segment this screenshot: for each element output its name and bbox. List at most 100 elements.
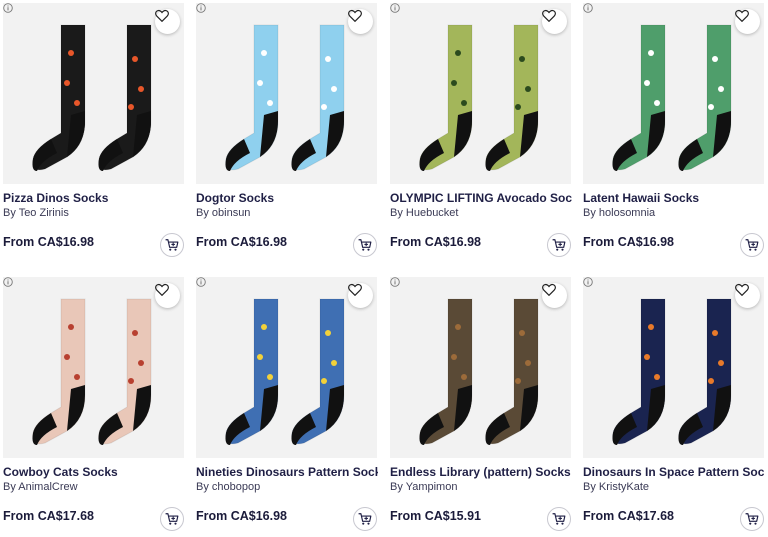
add-to-cart-button[interactable] — [740, 507, 764, 531]
product-card[interactable]: Latent Hawaii Socks By holosomnia From C… — [580, 0, 766, 270]
sock-right — [291, 24, 345, 171]
product-image[interactable] — [3, 3, 184, 184]
info-icon[interactable] — [196, 277, 206, 287]
socks-illustration — [612, 24, 732, 171]
product-artist[interactable]: By Teo Zirinis — [3, 207, 69, 219]
product-image[interactable] — [3, 277, 184, 458]
favorite-button[interactable] — [348, 9, 373, 34]
heart-icon — [348, 283, 362, 296]
product-card[interactable]: Nineties Dinosaurs Pattern Socks By chob… — [193, 274, 379, 537]
product-grid: Pizza Dinos Socks By Teo Zirinis From CA… — [0, 0, 768, 537]
favorite-button[interactable] — [348, 283, 373, 308]
product-artist[interactable]: By Yampimon — [390, 481, 457, 493]
heart-icon — [735, 9, 749, 22]
info-icon[interactable] — [583, 277, 593, 287]
product-artist[interactable]: By Huebucket — [390, 207, 458, 219]
sock-right — [678, 298, 732, 445]
info-icon[interactable] — [390, 277, 400, 287]
socks-illustration — [225, 24, 345, 171]
product-card[interactable]: OLYMPIC LIFTING Avocado Socks By Huebuck… — [387, 0, 573, 270]
product-price: From CA$16.98 — [196, 235, 288, 249]
add-to-cart-icon — [165, 239, 179, 251]
product-artist[interactable]: By KristyKate — [583, 481, 649, 493]
product-price: From CA$17.68 — [583, 509, 675, 523]
sock-right — [291, 298, 345, 445]
heart-icon — [155, 283, 169, 296]
product-image[interactable] — [196, 277, 377, 458]
sock-left — [32, 24, 86, 171]
favorite-button[interactable] — [155, 9, 180, 34]
product-title[interactable]: Dogtor Socks — [196, 191, 378, 205]
socks-illustration — [32, 298, 152, 445]
heart-icon — [155, 9, 169, 22]
product-title[interactable]: Endless Library (pattern) Socks — [390, 465, 572, 479]
socks-illustration — [612, 298, 732, 445]
product-artist[interactable]: By holosomnia — [583, 207, 655, 219]
sock-right — [678, 24, 732, 171]
product-card[interactable]: Dogtor Socks By obinsun From CA$16.98 — [193, 0, 379, 270]
product-artist[interactable]: By obinsun — [196, 207, 250, 219]
sock-left — [32, 298, 86, 445]
add-to-cart-button[interactable] — [160, 507, 184, 531]
info-icon[interactable] — [390, 3, 400, 13]
add-to-cart-icon — [745, 513, 759, 525]
product-artist[interactable]: By AnimalCrew — [3, 481, 78, 493]
sock-right — [98, 298, 152, 445]
product-price: From CA$17.68 — [3, 509, 95, 523]
add-to-cart-button[interactable] — [547, 507, 571, 531]
add-to-cart-button[interactable] — [740, 233, 764, 257]
sock-left — [612, 24, 666, 171]
product-image[interactable] — [390, 277, 571, 458]
product-image[interactable] — [583, 277, 764, 458]
sock-left — [419, 24, 473, 171]
add-to-cart-icon — [358, 239, 372, 251]
heart-icon — [542, 9, 556, 22]
product-artist[interactable]: By chobopop — [196, 481, 260, 493]
product-price: From CA$16.98 — [196, 509, 288, 523]
heart-icon — [735, 283, 749, 296]
add-to-cart-icon — [358, 513, 372, 525]
product-card[interactable]: Endless Library (pattern) Socks By Yampi… — [387, 274, 573, 537]
add-to-cart-icon — [165, 513, 179, 525]
add-to-cart-button[interactable] — [547, 233, 571, 257]
product-image[interactable] — [196, 3, 377, 184]
product-title[interactable]: Cowboy Cats Socks — [3, 465, 185, 479]
info-icon[interactable] — [3, 3, 13, 13]
add-to-cart-icon — [552, 513, 566, 525]
product-title[interactable]: Nineties Dinosaurs Pattern Socks — [196, 465, 378, 479]
info-icon[interactable] — [583, 3, 593, 13]
product-title[interactable]: Dinosaurs In Space Pattern Socks — [583, 465, 765, 479]
product-title[interactable]: OLYMPIC LIFTING Avocado Socks — [390, 191, 572, 205]
product-image[interactable] — [390, 3, 571, 184]
favorite-button[interactable] — [542, 9, 567, 34]
sock-right — [98, 24, 152, 171]
heart-icon — [542, 283, 556, 296]
sock-left — [225, 24, 279, 171]
socks-illustration — [225, 298, 345, 445]
info-icon[interactable] — [3, 277, 13, 287]
info-icon[interactable] — [196, 3, 206, 13]
favorite-button[interactable] — [735, 283, 760, 308]
product-image[interactable] — [583, 3, 764, 184]
add-to-cart-button[interactable] — [160, 233, 184, 257]
add-to-cart-button[interactable] — [353, 233, 377, 257]
heart-icon — [348, 9, 362, 22]
sock-right — [485, 298, 539, 445]
product-title[interactable]: Pizza Dinos Socks — [3, 191, 185, 205]
product-price: From CA$16.98 — [390, 235, 482, 249]
sock-right — [485, 24, 539, 171]
product-title[interactable]: Latent Hawaii Socks — [583, 191, 765, 205]
add-to-cart-icon — [552, 239, 566, 251]
socks-illustration — [32, 24, 152, 171]
product-price: From CA$16.98 — [583, 235, 675, 249]
product-price: From CA$16.98 — [3, 235, 95, 249]
favorite-button[interactable] — [155, 283, 180, 308]
favorite-button[interactable] — [735, 9, 760, 34]
favorite-button[interactable] — [542, 283, 567, 308]
add-to-cart-button[interactable] — [353, 507, 377, 531]
product-card[interactable]: Cowboy Cats Socks By AnimalCrew From CA$… — [0, 274, 186, 537]
product-card[interactable]: Pizza Dinos Socks By Teo Zirinis From CA… — [0, 0, 186, 270]
socks-illustration — [419, 24, 539, 171]
sock-left — [419, 298, 473, 445]
product-card[interactable]: Dinosaurs In Space Pattern Socks By Kris… — [580, 274, 766, 537]
